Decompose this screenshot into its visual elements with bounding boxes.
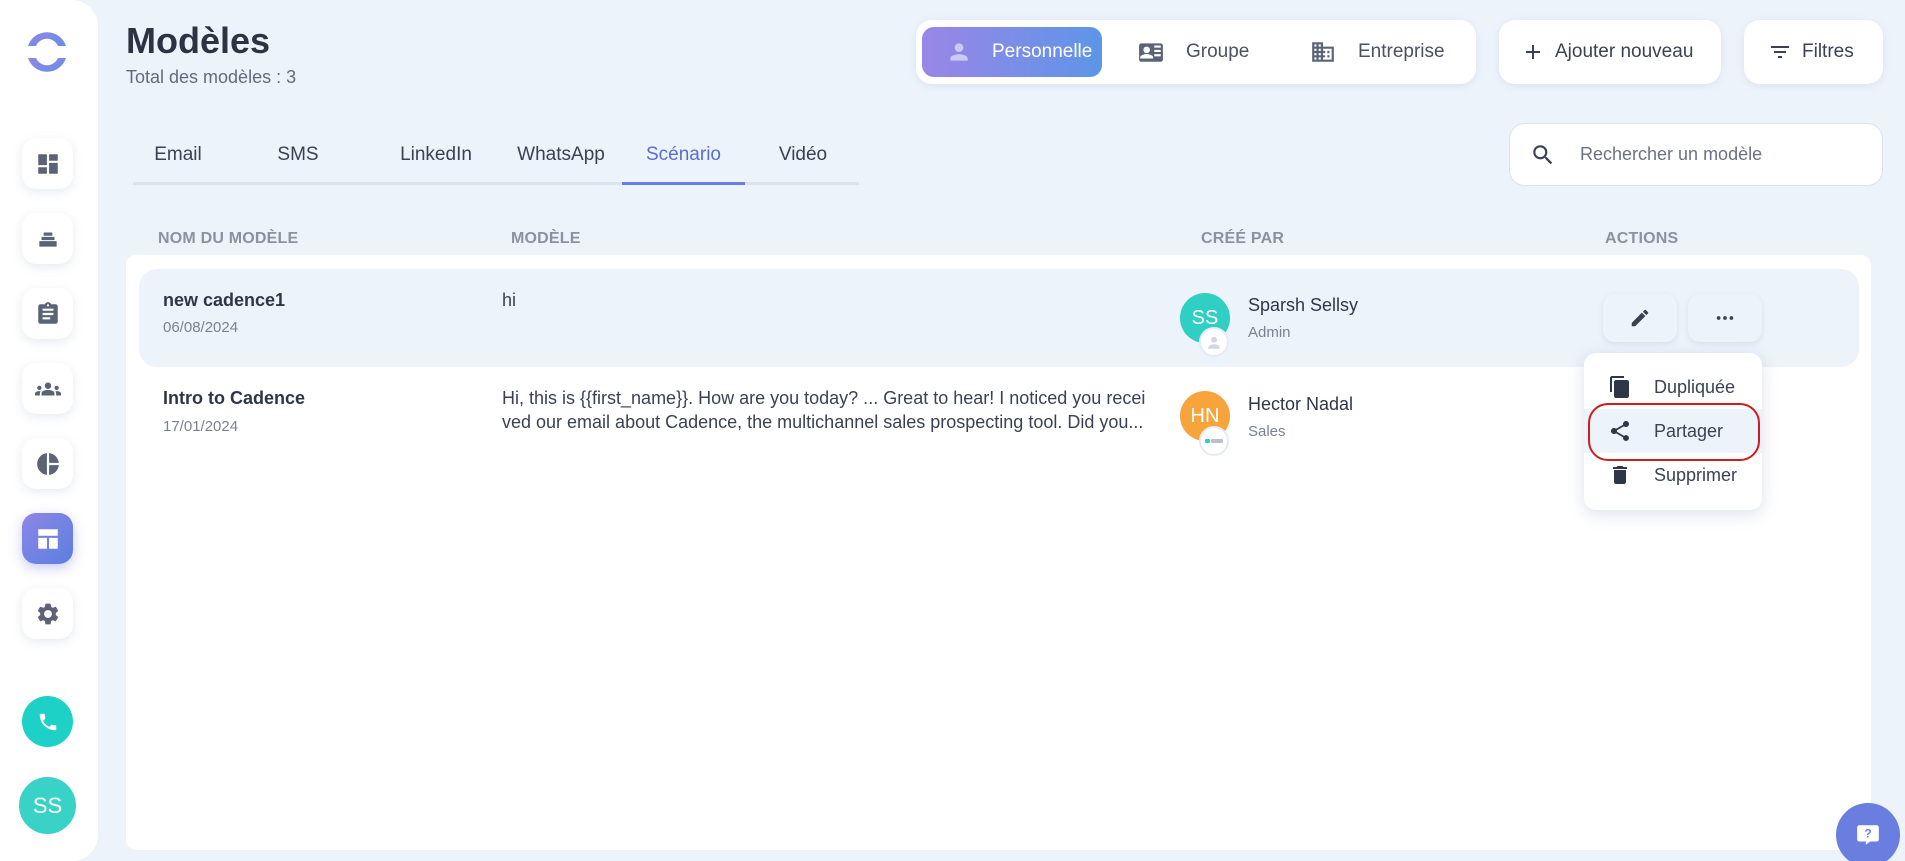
template-date: 17/01/2024 — [163, 418, 239, 435]
help-icon: ? — [1857, 825, 1879, 845]
scope-group[interactable]: Groupe — [1138, 27, 1278, 77]
menu-item-label: Supprimer — [1654, 464, 1738, 485]
template-name: Intro to Cadence — [163, 388, 306, 408]
dashboard-icon — [37, 153, 58, 174]
page-title: Modèles — [126, 20, 271, 61]
tab-linkedin[interactable]: LinkedIn — [398, 140, 474, 185]
phone-icon — [39, 713, 56, 730]
nav-templates[interactable] — [22, 513, 73, 564]
scope-switcher: Personnelle Groupe Entreprise — [916, 20, 1476, 84]
tab-whatsapp[interactable]: WhatsApp — [515, 140, 607, 185]
gear-icon — [37, 603, 58, 624]
scope-company[interactable]: Entreprise — [1310, 27, 1470, 77]
nav-settings[interactable] — [22, 588, 73, 639]
person-placeholder-icon — [1208, 336, 1220, 349]
template-name: new cadence1 — [163, 290, 286, 310]
scope-personal[interactable]: Personnelle — [922, 27, 1102, 77]
templates-icon — [37, 528, 58, 549]
add-new-button[interactable]: Ajouter nouveau — [1499, 20, 1721, 84]
sidebar: SS — [0, 0, 98, 861]
template-preview: hi — [502, 290, 517, 310]
scope-group-label: Groupe — [1186, 41, 1250, 62]
highlight-ring — [1588, 403, 1760, 461]
copy-icon — [1610, 376, 1629, 398]
company-avatar — [1199, 327, 1229, 357]
clipboard-icon — [37, 301, 58, 324]
contact-card-icon — [1139, 43, 1163, 62]
search-box — [1509, 123, 1883, 186]
nav-dashboard[interactable] — [22, 138, 73, 189]
building-icon — [1312, 42, 1334, 62]
svg-text:?: ? — [1864, 827, 1871, 841]
layers-icon — [38, 232, 57, 247]
call-button[interactable] — [22, 696, 73, 747]
help-button[interactable]: ? — [1836, 803, 1900, 861]
column-header-name: NOM DU MODÈLE — [158, 230, 299, 247]
filters-button[interactable]: Filtres — [1744, 20, 1883, 84]
column-header-created-by: CRÉÉ PAR — [1201, 230, 1285, 247]
people-icon — [34, 382, 61, 395]
filter-icon — [1771, 46, 1789, 58]
creator-role: Admin — [1248, 324, 1291, 341]
person-icon — [950, 43, 968, 61]
creator-name: Sparsh Sellsy — [1248, 295, 1359, 315]
plus-icon — [1526, 45, 1540, 59]
pie-chart-icon — [36, 452, 59, 475]
templates-count: Total des modèles : 3 — [126, 67, 297, 87]
scope-personal-label: Personnelle — [992, 41, 1093, 62]
nav-reports[interactable] — [22, 438, 73, 489]
user-avatar[interactable]: SS — [19, 777, 76, 834]
template-preview-line: Hi, this is {{first_name}}. How are you … — [502, 388, 1146, 408]
search-icon — [1533, 144, 1553, 164]
more-horizontal-icon — [1716, 316, 1734, 320]
menu-item-label: Dupliquée — [1654, 376, 1736, 397]
pencil-icon — [1631, 309, 1649, 327]
nav-cadences[interactable] — [22, 213, 73, 264]
scope-company-label: Entreprise — [1358, 41, 1445, 62]
trash-icon — [1613, 466, 1627, 484]
tab-video[interactable]: Vidéo — [773, 140, 833, 185]
nav-people[interactable] — [22, 363, 73, 414]
app-logo[interactable] — [22, 27, 72, 77]
company-logo-icon — [1205, 439, 1223, 443]
more-actions-button[interactable] — [1688, 294, 1762, 342]
column-header-actions: ACTIONS — [1605, 230, 1679, 247]
creator-role: Sales — [1248, 423, 1286, 440]
nav-tasks[interactable] — [22, 288, 73, 339]
edit-button[interactable] — [1603, 294, 1677, 342]
template-preview-line: ved our email about Cadence, the multich… — [502, 412, 1144, 432]
column-header-model: MODÈLE — [511, 230, 581, 247]
template-type-tabs: Email SMS LinkedIn WhatsApp Scénario Vid… — [133, 140, 859, 185]
template-preview: Hi, this is {{first_name}}. How are you … — [502, 386, 1162, 434]
tab-scenario[interactable]: Scénario — [622, 140, 745, 185]
tab-sms[interactable]: SMS — [273, 140, 323, 185]
creator-name: Hector Nadal — [1248, 394, 1354, 414]
company-avatar — [1199, 426, 1229, 456]
search-input[interactable] — [1580, 144, 1840, 165]
template-date: 06/08/2024 — [163, 319, 239, 336]
tab-email[interactable]: Email — [147, 140, 209, 185]
add-new-label: Ajouter nouveau — [1555, 41, 1694, 62]
filters-label: Filtres — [1802, 41, 1854, 62]
